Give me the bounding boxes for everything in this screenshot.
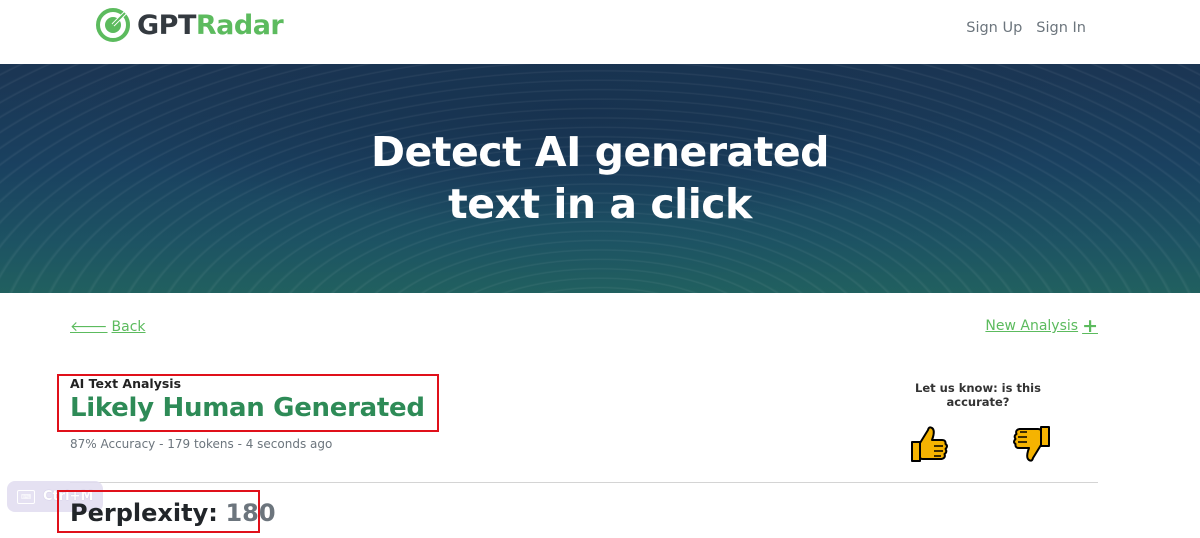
brand-name-gpt: GPT bbox=[137, 9, 196, 41]
perplexity-metric: Perplexity: 180 bbox=[70, 499, 276, 527]
new-analysis-link[interactable]: New Analysis + bbox=[985, 315, 1098, 337]
thumbs-up-icon[interactable] bbox=[909, 424, 949, 464]
thumbs-down-icon[interactable] bbox=[1012, 424, 1052, 464]
back-link-label: Back bbox=[111, 318, 146, 335]
analysis-verdict: Likely Human Generated bbox=[70, 393, 425, 423]
plus-icon: + bbox=[1082, 315, 1098, 337]
brand-name: GPTRadar bbox=[137, 9, 284, 41]
new-analysis-label: New Analysis bbox=[985, 318, 1079, 334]
auth-nav: Sign Up Sign In bbox=[966, 20, 1086, 36]
hero-banner: Detect AI generated text in a click bbox=[0, 64, 1200, 293]
sign-up-link[interactable]: Sign Up bbox=[966, 20, 1022, 36]
back-link[interactable]: 🡐 Back bbox=[70, 318, 146, 336]
perplexity-label: Perplexity: bbox=[70, 499, 218, 527]
hero-title-line-1: Detect AI generated bbox=[371, 128, 829, 176]
brand-name-radar: Radar bbox=[195, 9, 284, 41]
analysis-label: AI Text Analysis bbox=[70, 376, 182, 391]
brand-logo[interactable]: GPTRadar bbox=[96, 8, 284, 42]
radar-logo-icon bbox=[96, 8, 130, 42]
perplexity-value: 180 bbox=[225, 499, 276, 527]
hero-title: Detect AI generated text in a click bbox=[0, 126, 1200, 230]
top-navbar: GPTRadar Sign Up Sign In bbox=[0, 0, 1200, 64]
keyboard-icon: ⌨ bbox=[17, 489, 35, 504]
analysis-meta: 87% Accuracy - 179 tokens - 4 seconds ag… bbox=[70, 437, 333, 451]
feedback-question: Let us know: is this accurate? bbox=[915, 381, 1041, 409]
arrow-left-icon: 🡐 bbox=[70, 319, 108, 335]
hero-title-line-2: text in a click bbox=[448, 180, 752, 228]
sign-in-link[interactable]: Sign In bbox=[1036, 20, 1086, 36]
section-divider bbox=[70, 482, 1098, 483]
